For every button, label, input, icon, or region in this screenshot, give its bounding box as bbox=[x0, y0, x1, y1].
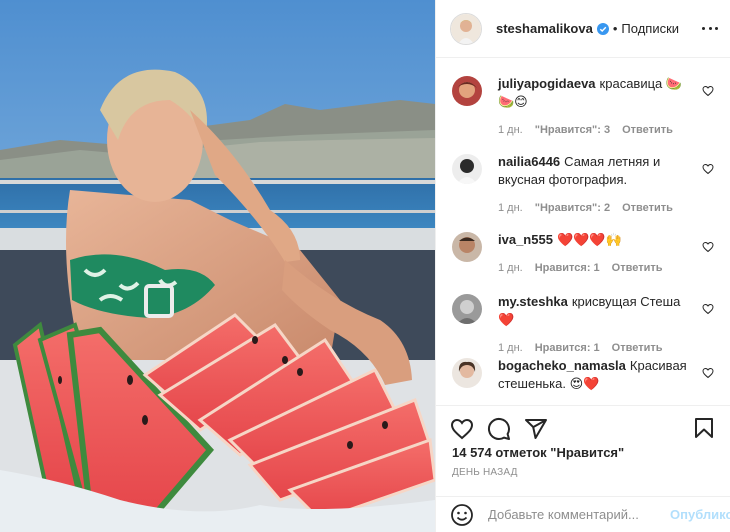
comment-username[interactable]: juliyapogidaeva bbox=[498, 76, 596, 91]
bookmark-icon[interactable] bbox=[692, 416, 716, 440]
comment-likes[interactable]: "Нравится": 2 bbox=[535, 201, 610, 215]
post-sidebar: steshamalikova • Подписки juliyapogidaev… bbox=[435, 0, 730, 532]
comment-like-icon[interactable] bbox=[702, 163, 714, 175]
verified-badge-icon bbox=[596, 22, 609, 35]
post-actions bbox=[436, 405, 730, 445]
comment-item: iva_n555 ❤️❤️❤️🙌 1 дн. Нравится: 1 Ответи… bbox=[452, 231, 714, 275]
author-avatar[interactable] bbox=[450, 12, 482, 45]
comment-text: ❤️❤️❤️🙌 bbox=[556, 232, 622, 247]
comment-like-icon[interactable] bbox=[702, 367, 714, 379]
publish-button[interactable]: Опубликовать bbox=[670, 507, 730, 522]
more-icon[interactable] bbox=[702, 20, 718, 36]
comment-age[interactable]: 1 дн. bbox=[498, 123, 523, 137]
comments-list: juliyapogidaeva красавица 🍉🍉😊 1 дн. "Нрав… bbox=[436, 59, 730, 398]
smiley-icon[interactable] bbox=[450, 503, 474, 527]
comment-input[interactable] bbox=[488, 507, 664, 522]
photo-image bbox=[0, 0, 435, 532]
heart-icon[interactable] bbox=[450, 417, 474, 441]
likes-count[interactable]: 14 574 отметок "Нравится" bbox=[452, 445, 624, 460]
comment-username[interactable]: my.steshka bbox=[498, 294, 568, 309]
comment-username[interactable]: bogacheko_namasla bbox=[498, 358, 626, 373]
comment-avatar[interactable] bbox=[452, 76, 482, 106]
comment-age[interactable]: 1 дн. bbox=[498, 261, 523, 275]
comment-username[interactable]: iva_n555 bbox=[498, 232, 553, 247]
comment-likes[interactable]: Нравится: 1 bbox=[535, 261, 600, 275]
post-time[interactable]: День назад bbox=[452, 467, 518, 478]
comment-item: my.steshka крисвущая Стеша❤️ 1 дн. Нравит… bbox=[452, 293, 714, 355]
comment-likes[interactable]: Нравится: 1 bbox=[535, 341, 600, 355]
add-comment-bar: Опубликовать bbox=[436, 496, 730, 532]
author-username[interactable]: steshamalikova bbox=[496, 21, 593, 36]
comment-avatar[interactable] bbox=[452, 358, 482, 388]
reply-button[interactable]: Ответить bbox=[622, 201, 673, 215]
follow-separator: • bbox=[612, 21, 618, 36]
paper-plane-icon[interactable] bbox=[524, 417, 548, 441]
comment-like-icon[interactable] bbox=[702, 241, 714, 253]
comment-avatar[interactable] bbox=[452, 294, 482, 324]
reply-button[interactable]: Ответить bbox=[622, 123, 673, 137]
comment-item: nailia6446 Самая летняя и вкусная фотогра… bbox=[452, 153, 714, 215]
comment-age[interactable]: 1 дн. bbox=[498, 341, 523, 355]
comment-avatar[interactable] bbox=[452, 232, 482, 262]
reply-button[interactable]: Ответить bbox=[612, 261, 663, 275]
post-photo[interactable] bbox=[0, 0, 435, 532]
comment-like-icon[interactable] bbox=[702, 85, 714, 97]
reply-button[interactable]: Ответить bbox=[612, 341, 663, 355]
comment-likes[interactable]: "Нравится": 3 bbox=[535, 123, 610, 137]
comment-item: juliyapogidaeva красавица 🍉🍉😊 1 дн. "Нрав… bbox=[452, 75, 714, 137]
comment-username[interactable]: nailia6446 bbox=[498, 154, 560, 169]
comment-item: bogacheko_namasla Красивая стешенька. 😍❤️ bbox=[452, 357, 714, 393]
comment-age[interactable]: 1 дн. bbox=[498, 201, 523, 215]
following-button[interactable]: Подписки bbox=[621, 21, 679, 36]
comment-icon[interactable] bbox=[487, 417, 511, 441]
comment-like-icon[interactable] bbox=[702, 303, 714, 315]
comment-avatar[interactable] bbox=[452, 154, 482, 184]
post-header: steshamalikova • Подписки bbox=[436, 0, 730, 58]
